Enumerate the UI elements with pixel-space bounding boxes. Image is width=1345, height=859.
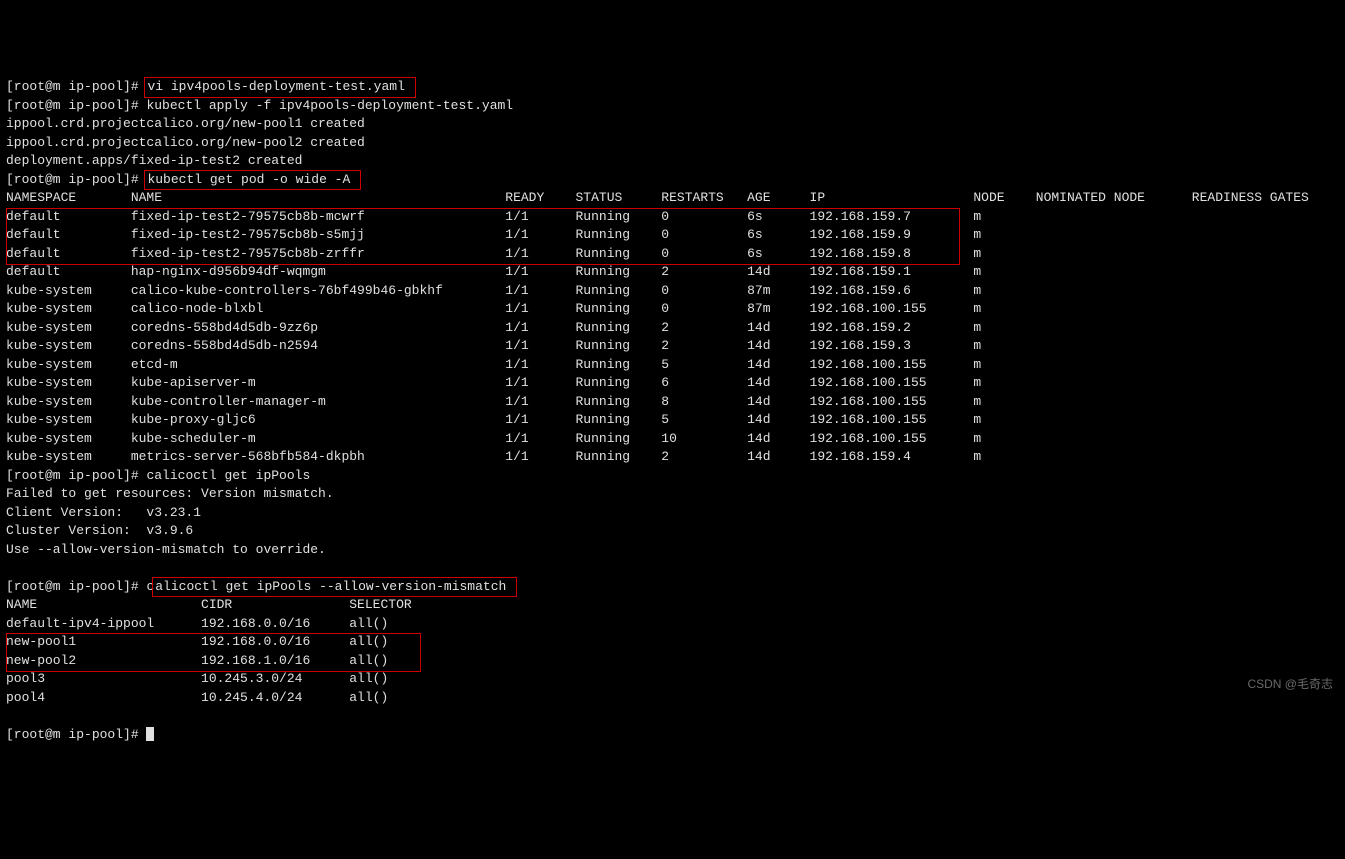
pod-row: default fixed-ip-test2-79575cb8b-zrffr 1… — [6, 245, 1339, 264]
cmd-calicoctl1: calicoctl get ipPools — [146, 468, 310, 483]
pod-row: default hap-nginx-d956b94df-wqmgm 1/1 Ru… — [6, 263, 1339, 282]
pod-row: kube-system kube-controller-manager-m 1/… — [6, 393, 1339, 412]
watermark: CSDN @毛奇志 — [1247, 675, 1333, 694]
output-created-0: ippool.crd.projectcalico.org/new-pool1 c… — [6, 115, 1339, 134]
pod-row: kube-system coredns-558bd4d5db-n2594 1/1… — [6, 337, 1339, 356]
pod-row: default fixed-ip-test2-79575cb8b-s5mjj 1… — [6, 226, 1339, 245]
cursor[interactable] — [146, 727, 154, 741]
error-line-0: Failed to get resources: Version mismatc… — [6, 485, 1339, 504]
prompt: [root@m ip-pool]# — [6, 172, 146, 187]
output-created-1: ippool.crd.projectcalico.org/new-pool2 c… — [6, 134, 1339, 153]
prompt: [root@m ip-pool]# — [6, 727, 146, 742]
pod-row: kube-system kube-scheduler-m 1/1 Running… — [6, 430, 1339, 449]
ippool-row: pool4 10.245.4.0/24 all() — [6, 689, 1339, 708]
prompt: [root@m ip-pool]# — [6, 79, 146, 94]
ippool-row: new-pool1 192.168.0.0/16 all() — [6, 633, 1339, 652]
pod-row: kube-system kube-apiserver-m 1/1 Running… — [6, 374, 1339, 393]
pod-row: kube-system kube-proxy-gljc6 1/1 Running… — [6, 411, 1339, 430]
terminal-output[interactable]: [root@m ip-pool]# vi ipv4pools-deploymen… — [6, 78, 1339, 744]
prompt: [root@m ip-pool]# — [6, 468, 146, 483]
ippool-header: NAME CIDR SELECTOR — [6, 596, 1339, 615]
blank — [6, 707, 1339, 726]
pod-row: kube-system coredns-558bd4d5db-9zz6p 1/1… — [6, 319, 1339, 338]
prompt: [root@m ip-pool]# — [6, 98, 146, 113]
cmd-getpod: kubectl get pod -o wide -A — [144, 170, 361, 191]
ippool-row: new-pool2 192.168.1.0/16 all() — [6, 652, 1339, 671]
cmd-vi: vi ipv4pools-deployment-test.yaml — [144, 77, 415, 98]
output-created-2: deployment.apps/fixed-ip-test2 created — [6, 152, 1339, 171]
blank — [6, 559, 1339, 578]
ippool-row: default-ipv4-ippool 192.168.0.0/16 all() — [6, 615, 1339, 634]
cmd-calicoctl2: alicoctl get ipPools --allow-version-mis… — [152, 577, 517, 598]
pod-table-header: NAMESPACE NAME READY STATUS RESTARTS AGE… — [6, 189, 1339, 208]
error-line-1: Client Version: v3.23.1 — [6, 504, 1339, 523]
pod-row: kube-system etcd-m 1/1 Running 5 14d 192… — [6, 356, 1339, 375]
error-line-2: Cluster Version: v3.9.6 — [6, 522, 1339, 541]
pod-row: kube-system calico-kube-controllers-76bf… — [6, 282, 1339, 301]
error-line-3: Use --allow-version-mismatch to override… — [6, 541, 1339, 560]
ippool-row: pool3 10.245.3.0/24 all() — [6, 670, 1339, 689]
prompt: [root@m ip-pool]# — [6, 579, 146, 594]
pod-row: kube-system calico-node-blxbl 1/1 Runnin… — [6, 300, 1339, 319]
cmd-apply: kubectl apply -f ipv4pools-deployment-te… — [146, 98, 513, 113]
pod-row: kube-system metrics-server-568bfb584-dkp… — [6, 448, 1339, 467]
pod-row: default fixed-ip-test2-79575cb8b-mcwrf 1… — [6, 208, 1339, 227]
